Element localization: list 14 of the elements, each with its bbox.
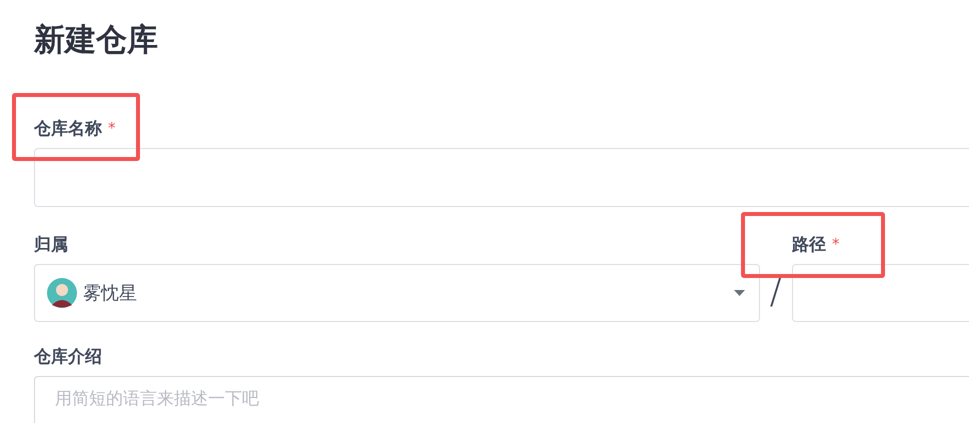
name-input[interactable] [34, 148, 969, 207]
caret-icon [734, 290, 745, 296]
field-label: 路径 [792, 234, 826, 256]
path-input[interactable] [792, 264, 969, 322]
field-label: 仓库名称 [34, 118, 102, 140]
required-mark: * [832, 235, 840, 253]
field-label: 仓库介绍 [34, 346, 102, 368]
owner-value: 雾忱星 [83, 282, 138, 305]
owner-select[interactable]: 雾忱星 [34, 264, 760, 322]
avatar-icon [47, 278, 77, 308]
page-title: 新建仓库 [34, 21, 159, 60]
description-input[interactable]: 用简短的语言来描述一下吧 [34, 376, 969, 423]
field-label: 归属 [34, 234, 68, 256]
required-mark: * [108, 119, 116, 137]
